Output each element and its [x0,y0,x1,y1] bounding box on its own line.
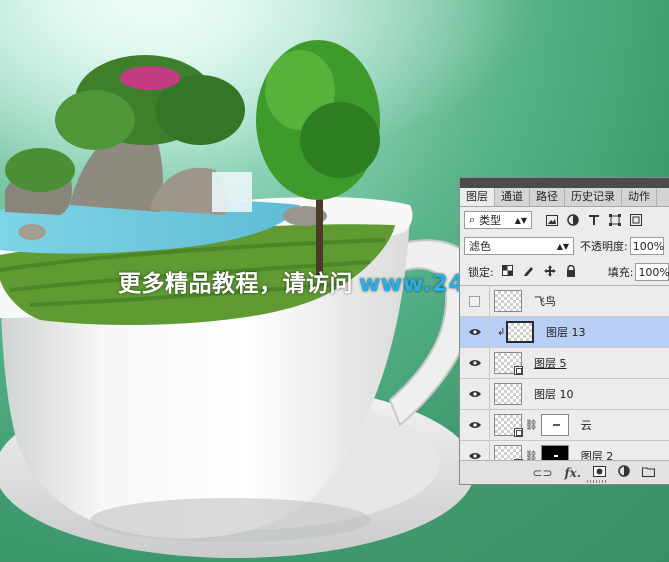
layer-row[interactable]: ↲ 图层 13 [460,317,669,348]
layer-name[interactable]: 飞鸟 [534,293,556,309]
visibility-toggle[interactable] [460,348,490,378]
smart-object-icon [514,366,523,375]
layer-name[interactable]: 图层 13 [546,324,586,340]
watermark-label: 更多精品教程，请访问 [118,271,353,297]
layer-thumbnail [494,414,523,437]
fill-label: 填充: [607,266,634,279]
visibility-toggle[interactable] [460,410,490,440]
type-filter-icon[interactable] [588,214,600,226]
filter-kind-label: 类型 [479,214,502,227]
filter-icons [546,214,642,226]
opacity-input[interactable]: 100% [629,237,665,255]
blend-mode-select[interactable]: 滤色 ▲▼ [464,237,574,255]
filter-row: ⌕ 类型 ▲▼ [460,207,669,233]
lock-row: 锁定: 填充: 100% [460,259,669,285]
tab-layers[interactable]: 图层 [460,188,495,206]
smart-object-icon [514,428,523,437]
search-icon: ⌕ [469,213,476,226]
eye-icon [468,360,481,366]
filter-kind-select[interactable]: ⌕ 类型 ▲▼ [464,211,532,229]
shape-filter-icon[interactable] [609,214,621,226]
layers-list: 飞鸟 ↲ 图层 13 图层 5 图层 10 ⛓ 云 ⛓ 图层 2 [460,285,669,472]
smart-object-filter-icon[interactable] [630,214,642,226]
blend-mode-value: 滤色 [469,240,491,253]
waterfall [212,172,252,212]
adjustment-filter-icon[interactable] [567,214,579,226]
lock-position-icon[interactable] [543,264,556,280]
add-mask-icon[interactable] [593,465,606,480]
layer-name[interactable]: 云 [581,417,592,433]
layer-thumbnail [494,383,522,405]
eye-icon [468,329,481,335]
visibility-toggle[interactable] [460,286,490,316]
layer-name[interactable]: 图层 10 [534,386,574,402]
layer-row[interactable]: 图层 5 [460,348,669,379]
layer-row[interactable]: 飞鸟 [460,286,669,317]
lock-pixels-icon[interactable] [523,265,534,279]
layer-row[interactable]: ⛓ 云 [460,410,669,441]
lock-transparency-icon[interactable] [501,265,513,279]
blend-row: 滤色 ▲▼ 不透明度: 100% [460,233,669,259]
mask-link-icon[interactable]: ⛓ [525,420,538,431]
panel-footer: ⊂⊃ fx. [460,460,669,484]
clipping-mask-arrow-icon: ↲ [497,326,506,338]
eye-icon [468,422,481,428]
layer-mask-thumbnail[interactable] [540,414,569,436]
visibility-toggle[interactable] [460,379,490,409]
lock-icons [501,264,576,280]
eye-icon [468,453,481,459]
link-layers-icon[interactable]: ⊂⊃ [532,466,552,480]
tab-channels[interactable]: 通道 [495,188,530,206]
layer-thumbnail [494,352,523,375]
new-group-icon[interactable] [642,466,655,480]
layer-name[interactable]: 图层 5 [534,355,567,371]
tab-actions[interactable]: 动作 [622,188,657,206]
lock-all-icon[interactable] [566,264,576,280]
layers-panel: 图层 通道 路径 历史记录 动作 ⌕ 类型 ▲▼ 滤色 ▲▼ 不透明度: 100… [459,177,669,485]
layer-row[interactable]: 图层 10 [460,379,669,410]
dropdown-arrow-icon: ▲▼ [556,241,569,251]
lock-label: 锁定: [468,266,494,279]
tab-history[interactable]: 历史记录 [565,188,622,206]
fill-input[interactable]: 100% [635,263,669,281]
image-filter-icon[interactable] [546,214,558,226]
panel-tabs: 图层 通道 路径 历史记录 动作 [460,188,669,207]
dropdown-arrow-icon: ▲▼ [514,215,527,225]
layer-thumbnail [506,321,534,343]
hidden-eye-icon [469,295,480,307]
panel-title-bar[interactable] [460,178,669,188]
adjustment-layer-icon[interactable] [618,465,630,480]
layer-thumbnail [494,290,522,312]
opacity-label: 不透明度: [580,240,628,253]
opacity-value: 100% [632,239,665,253]
resize-grip[interactable] [587,480,607,483]
fx-icon[interactable]: fx. [565,466,582,480]
eye-icon [468,391,481,397]
fill-value: 100% [638,265,669,279]
visibility-toggle[interactable] [460,317,490,347]
tab-paths[interactable]: 路径 [530,188,565,206]
